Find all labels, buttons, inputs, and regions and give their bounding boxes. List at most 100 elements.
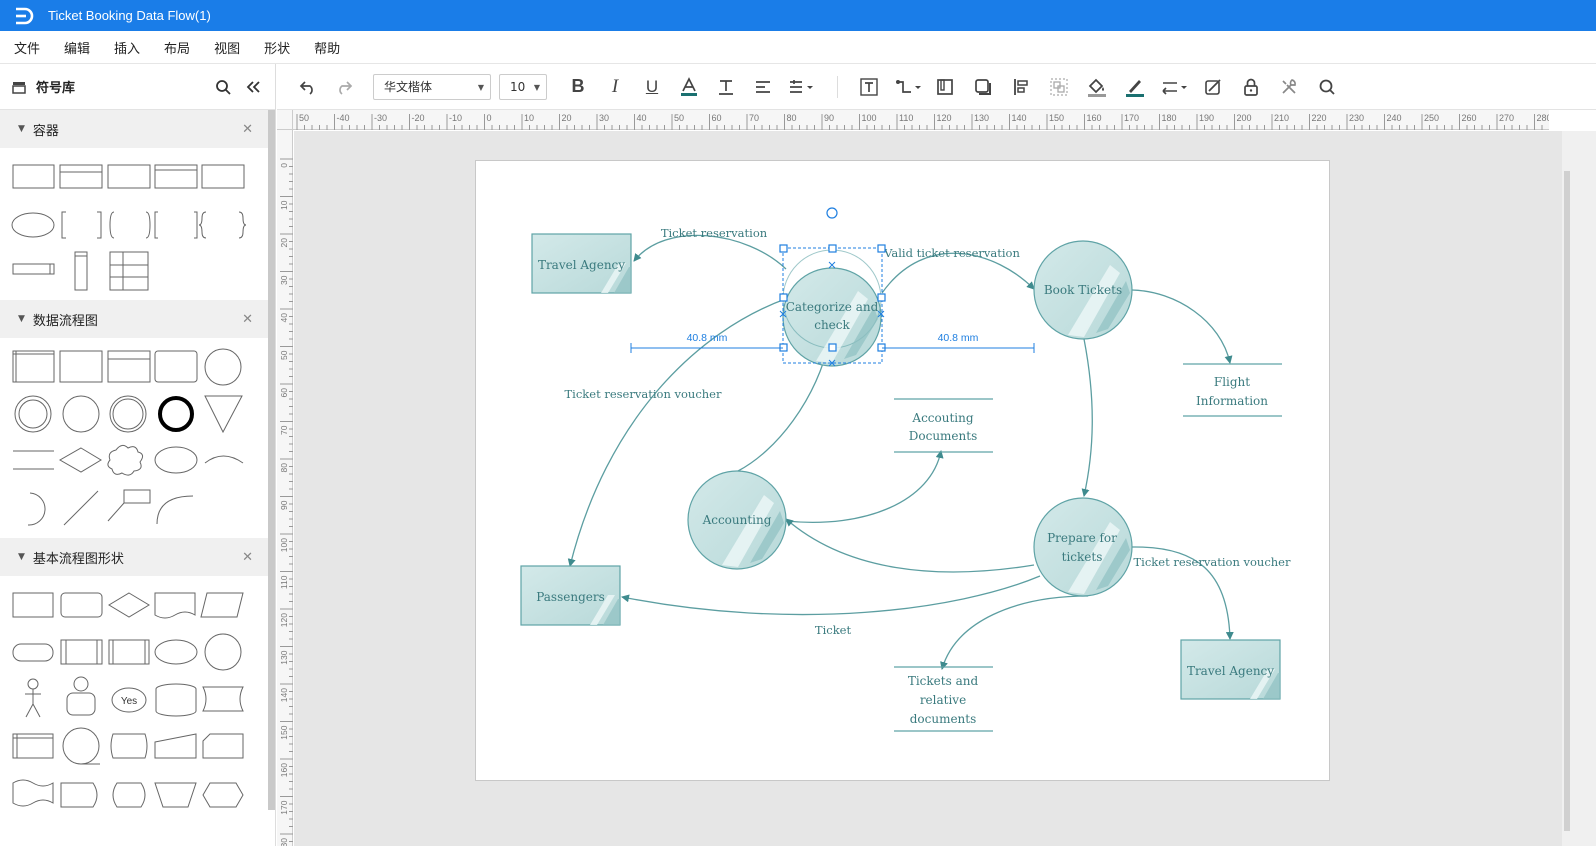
menu-help[interactable]: 帮助: [314, 38, 340, 57]
underline-button[interactable]: U: [637, 72, 667, 102]
ruler-label: 180: [1162, 113, 1177, 123]
resize-handle[interactable]: [877, 244, 886, 253]
diagram-page[interactable]: Travel Agency Categorize and check Book …: [475, 160, 1330, 781]
app-logo-icon[interactable]: [12, 6, 36, 26]
edit-shape-icon: [1205, 78, 1221, 95]
ticket-booking-diagram[interactable]: Travel Agency Categorize and check Book …: [476, 161, 1331, 782]
datastore-label-line2: Documents: [909, 429, 977, 443]
ruler-label: 90: [279, 500, 289, 510]
vertical-ruler[interactable]: 0 10 20 30 40 50 60 70 80 90 100 110 120 130 140 150 160…: [277, 130, 293, 850]
label-voucher-right[interactable]: Ticket reservation voucher: [1134, 555, 1291, 569]
italic-button[interactable]: I: [600, 72, 630, 102]
flow-prepare-to-accounting[interactable]: [785, 518, 1035, 573]
close-icon[interactable]: ✕: [242, 122, 253, 137]
align-button[interactable]: [748, 72, 778, 102]
container-shape-grid[interactable]: [0, 148, 268, 300]
data-flow-shape-grid[interactable]: [0, 338, 268, 538]
section-basic-flowchart[interactable]: ▼ 基本流程图形状 ✕: [0, 538, 275, 576]
flow-prepare-to-tickets[interactable]: [940, 595, 1089, 670]
bold-button[interactable]: B: [563, 72, 593, 102]
flow-accounting-to-documents[interactable]: [785, 450, 944, 523]
ruler-label: 220: [1312, 113, 1327, 123]
text-style-button[interactable]: [711, 72, 741, 102]
font-size-select[interactable]: 10 ▼: [499, 73, 547, 100]
ruler-label: 60: [712, 113, 722, 123]
entity-label: Travel Agency: [538, 258, 625, 272]
rotate-handle[interactable]: [826, 207, 838, 219]
datastore-accouting-documents[interactable]: Accouting Documents: [894, 398, 993, 453]
resize-handle[interactable]: [779, 293, 788, 302]
ruler-label: 30: [279, 275, 289, 285]
flow-prepare-to-passengers[interactable]: [621, 575, 1041, 616]
flow-ticket-reservation[interactable]: [633, 234, 787, 270]
label-ticket-reservation[interactable]: Ticket reservation: [661, 226, 768, 240]
close-icon[interactable]: ✕: [242, 312, 253, 327]
dimension-label-right: 40.8 mm: [938, 332, 979, 344]
tools-button[interactable]: [1274, 72, 1304, 102]
menu-file[interactable]: 文件: [14, 38, 40, 57]
menu-layout[interactable]: 布局: [164, 38, 190, 57]
scrollbar-thumb[interactable]: [1564, 171, 1570, 831]
chevron-down-icon: ▼: [477, 82, 484, 92]
flow-book-to-prepare[interactable]: [1081, 338, 1093, 497]
menu-shape[interactable]: 形状: [264, 38, 290, 57]
process-book-tickets[interactable]: Book Tickets: [1033, 240, 1133, 340]
find-button[interactable]: [1312, 72, 1342, 102]
connector-button[interactable]: [892, 72, 926, 102]
process-label: Accounting: [702, 513, 772, 527]
title-bar: Ticket Booking Data Flow(1): [0, 0, 1596, 31]
group-button[interactable]: [1044, 72, 1074, 102]
process-prepare-for-tickets[interactable]: Prepare for tickets: [1033, 497, 1133, 597]
resize-handle[interactable]: [828, 343, 837, 352]
lock-button[interactable]: [1236, 72, 1266, 102]
menu-view[interactable]: 视图: [214, 38, 240, 57]
section-container[interactable]: ▼ 容器 ✕: [0, 110, 275, 148]
close-icon[interactable]: ✕: [242, 550, 253, 565]
resize-handle[interactable]: [828, 244, 837, 253]
undo-button[interactable]: [293, 72, 323, 102]
entity-passengers[interactable]: Passengers: [520, 565, 621, 626]
menu-edit[interactable]: 编辑: [64, 38, 90, 57]
ruler-label: 0: [487, 113, 492, 123]
vertical-scrollbar[interactable]: [1562, 131, 1596, 846]
ruler-label: 210: [1274, 113, 1289, 123]
redo-button[interactable]: [329, 72, 359, 102]
collapse-panel-icon[interactable]: [245, 79, 261, 95]
flow-book-to-flight[interactable]: [1131, 289, 1233, 364]
edit-shape-button[interactable]: [1198, 72, 1228, 102]
font-family-select[interactable]: 华文楷体 ▼: [373, 73, 491, 100]
format-toolbar: 华文楷体 ▼ 10 ▼ B I U: [277, 64, 1596, 110]
container-shapes: [0, 148, 275, 300]
resize-handle[interactable]: [779, 244, 788, 253]
basic-flowchart-shape-grid[interactable]: Yes: [0, 576, 268, 846]
label-voucher-left[interactable]: Ticket reservation voucher: [565, 387, 722, 401]
container-button[interactable]: [930, 72, 960, 102]
label-ticket[interactable]: Ticket: [815, 623, 852, 637]
arrange-button[interactable]: [1006, 72, 1036, 102]
ruler-label: 170: [1124, 113, 1139, 123]
search-icon[interactable]: [215, 79, 231, 95]
font-color-button[interactable]: [674, 72, 704, 102]
drawing-canvas[interactable]: Travel Agency Categorize and check Book …: [294, 131, 1562, 846]
datastore-flight-information[interactable]: Flight Information: [1183, 363, 1282, 417]
entity-travel-agency-top[interactable]: Travel Agency: [531, 233, 632, 294]
search-icon: [1319, 79, 1335, 95]
fill-color-button[interactable]: [1082, 72, 1112, 102]
ruler-label: 40: [279, 313, 289, 323]
label-valid-ticket-reservation[interactable]: Valid ticket reservation: [883, 246, 1020, 260]
resize-handle[interactable]: [877, 293, 886, 302]
line-spacing-button[interactable]: [785, 72, 819, 102]
datastore-label-line1: Flight: [1214, 375, 1250, 389]
shadow-button[interactable]: [968, 72, 998, 102]
ruler-label: 150: [279, 725, 289, 739]
sidebar-scrollbar[interactable]: [268, 110, 275, 810]
entity-travel-agency-bottom[interactable]: Travel Agency: [1180, 639, 1281, 700]
text-box-button[interactable]: [854, 72, 884, 102]
process-accounting[interactable]: Accounting: [687, 470, 787, 570]
section-data-flow[interactable]: ▼ 数据流程图 ✕: [0, 300, 275, 338]
line-style-button[interactable]: [1158, 72, 1192, 102]
datastore-tickets-and-documents[interactable]: Tickets and relative documents: [894, 666, 993, 732]
horizontal-ruler[interactable]: 50 -40 -30 -20 -10 0 10 20 30 40 50 60 70 80 90 100 110 1…: [293, 110, 1552, 130]
menu-insert[interactable]: 插入: [114, 38, 140, 57]
line-color-button[interactable]: [1120, 72, 1150, 102]
